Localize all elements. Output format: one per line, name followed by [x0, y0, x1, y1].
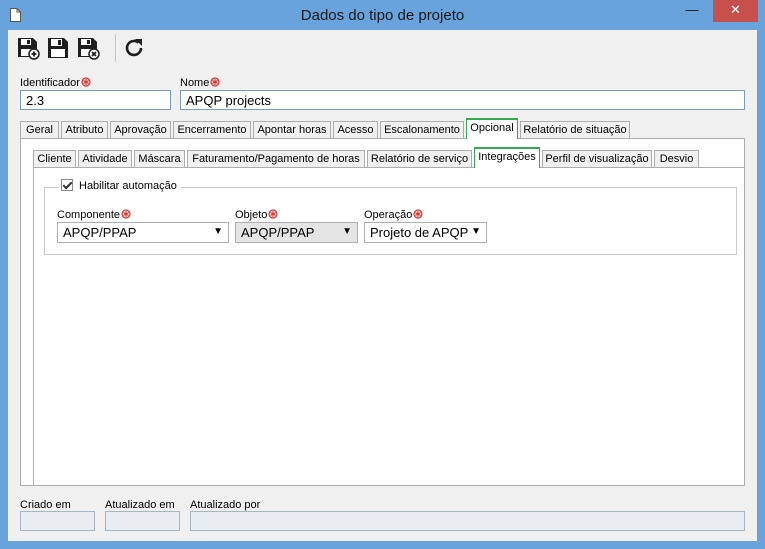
tab-perfil-de-visualizacao[interactable]: Perfil de visualização	[542, 150, 652, 168]
tab-apontar-horas[interactable]: Apontar horas	[253, 121, 331, 139]
dropdown-arrow-icon: ▼	[342, 226, 352, 237]
required-icon	[268, 209, 279, 219]
operacao-value: Projeto de APQP	[370, 225, 469, 240]
tab-acesso[interactable]: Acesso	[333, 121, 378, 139]
componente-label-text: Componente	[57, 209, 120, 221]
criado-em-label: Criado em	[20, 499, 71, 511]
toolbar-separator	[115, 34, 116, 62]
tab-relatorio-de-situacao[interactable]: Relatório de situação	[520, 121, 630, 139]
componente-label: Componente	[57, 209, 131, 221]
dropdown-arrow-icon: ▼	[471, 226, 481, 237]
operacao-label-text: Operação	[364, 209, 413, 221]
objeto-select[interactable]: APQP/PPAP ▼	[235, 222, 358, 243]
objeto-label: Objeto	[235, 209, 279, 221]
minimize-button[interactable]: —	[678, 0, 706, 22]
nome-label: Nome	[180, 77, 220, 89]
tab-desvio[interactable]: Desvio	[654, 150, 699, 168]
tab-relatorio-de-servico[interactable]: Relatório de serviço	[367, 150, 472, 168]
componente-select[interactable]: APQP/PPAP ▼	[57, 222, 229, 243]
identificador-field[interactable]: 2.3	[20, 90, 171, 110]
identificador-label: Identificador	[20, 77, 91, 89]
save-new-icon[interactable]	[16, 36, 40, 60]
identificador-label-text: Identificador	[20, 77, 80, 89]
required-icon	[81, 77, 91, 87]
operacao-select[interactable]: Projeto de APQP ▼	[364, 222, 487, 243]
close-button[interactable]: ✕	[713, 0, 758, 22]
save-icon[interactable]	[46, 36, 70, 60]
nome-label-text: Nome	[180, 77, 210, 89]
componente-value: APQP/PPAP	[63, 225, 137, 240]
objeto-value: APQP/PPAP	[241, 225, 315, 240]
required-icon	[413, 209, 423, 219]
title-bar: Dados do tipo de projeto — ✕	[0, 0, 765, 30]
atualizado-por-label: Atualizado por	[190, 499, 261, 511]
tab-opcional[interactable]: Opcional	[466, 118, 518, 139]
nome-field[interactable]: APQP projects	[180, 90, 745, 110]
save-close-icon[interactable]	[76, 36, 100, 60]
tab-atividade[interactable]: Atividade	[78, 150, 132, 168]
tab-integracoes[interactable]: Integrações	[474, 147, 540, 168]
required-icon	[210, 77, 220, 87]
tab-encerramento[interactable]: Encerramento	[173, 121, 251, 139]
window: Dados do tipo de projeto — ✕ Identificad…	[0, 0, 765, 549]
criado-em-field	[20, 511, 95, 531]
toolbar	[8, 30, 757, 66]
tab-cliente[interactable]: Cliente	[33, 150, 76, 168]
objeto-label-text: Objeto	[235, 209, 268, 221]
required-icon	[121, 209, 131, 219]
tab-geral[interactable]: Geral	[20, 121, 59, 139]
atualizado-em-label: Atualizado em	[105, 499, 175, 511]
tab-mascara[interactable]: Máscara	[134, 150, 185, 168]
habilitar-automacao-checkbox[interactable]	[61, 179, 73, 191]
dialog-body: Identificador 2.3 Nome APQP projects Ger…	[8, 30, 757, 541]
tab-aprovacao[interactable]: Aprovação	[110, 121, 171, 139]
dropdown-arrow-icon: ▼	[213, 226, 223, 237]
main-tab-bar: Geral Atributo Aprovação Encerramento Ap…	[20, 118, 750, 139]
operacao-label: Operação	[364, 209, 423, 221]
automacao-group: Habilitar automação	[44, 179, 737, 255]
window-title: Dados do tipo de projeto	[300, 7, 465, 24]
refresh-icon[interactable]	[122, 36, 146, 60]
habilitar-automacao-label: Habilitar automação	[79, 180, 177, 192]
tab-escalonamento[interactable]: Escalonamento	[380, 121, 464, 139]
tab-faturamento[interactable]: Faturamento/Pagamento de horas	[187, 150, 365, 168]
sub-tab-bar: Cliente Atividade Máscara Faturamento/Pa…	[33, 147, 733, 168]
atualizado-por-field	[190, 511, 745, 531]
atualizado-em-field	[105, 511, 180, 531]
tab-atributo[interactable]: Atributo	[61, 121, 108, 139]
habilitar-automacao[interactable]: Habilitar automação	[59, 179, 181, 192]
